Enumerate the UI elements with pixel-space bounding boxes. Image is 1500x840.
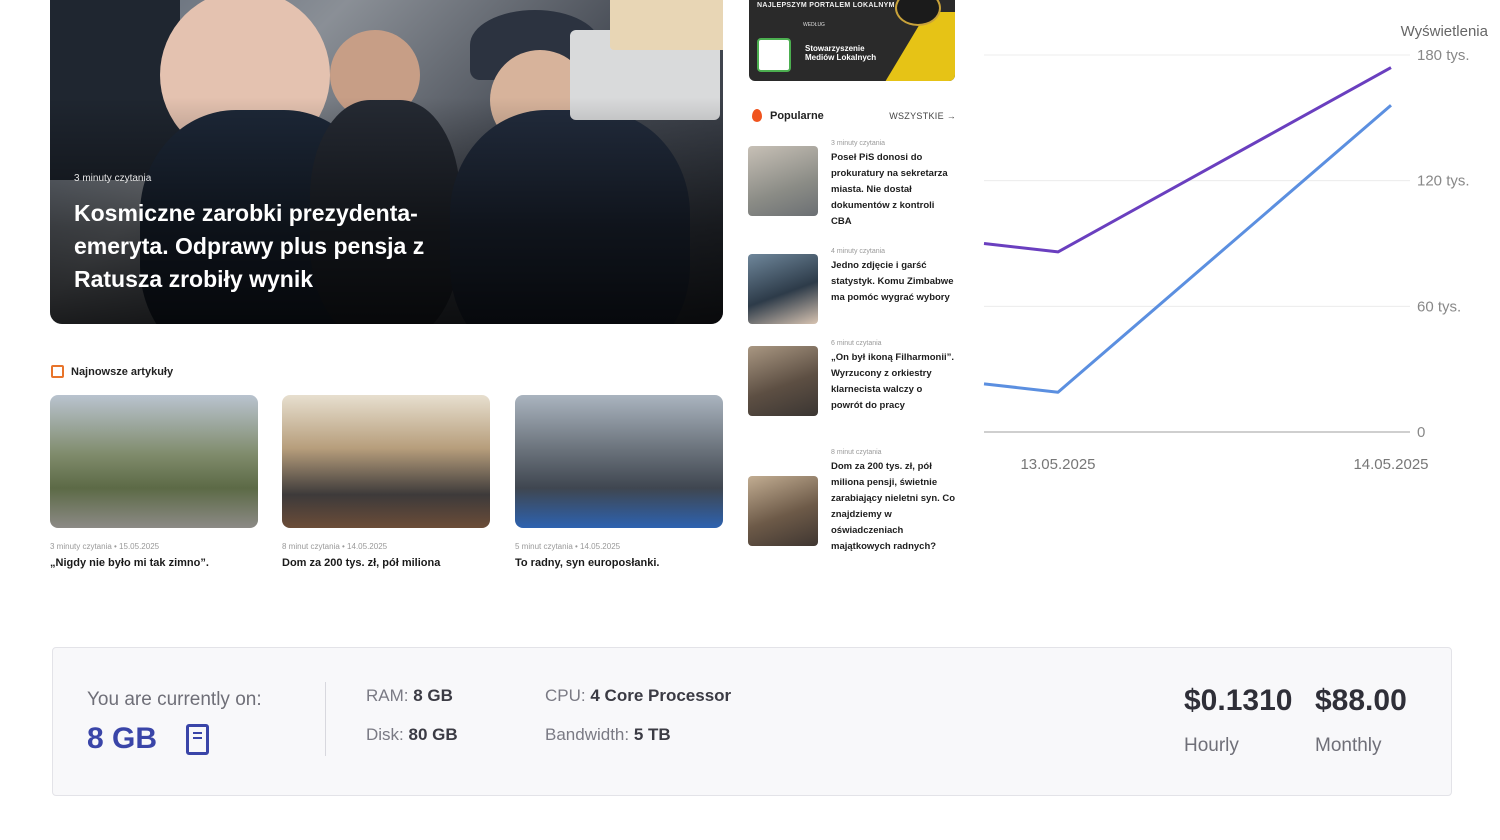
sml-logo-icon	[757, 38, 791, 72]
popular-meta: 8 minut czytania	[831, 449, 882, 456]
popular-title[interactable]: Poseł PiS donosi do prokuratury na sekre…	[831, 150, 956, 230]
article-thumbnail[interactable]	[282, 395, 490, 528]
article-card[interactable]: 8 minut czytania • 14.05.2025 Dom za 200…	[282, 395, 490, 569]
hourly-label: Hourly	[1184, 735, 1239, 756]
disk-spec: Disk: 80 GB	[366, 725, 458, 745]
popular-meta: 3 minuty czytania	[831, 140, 886, 147]
article-thumbnail[interactable]	[515, 395, 723, 528]
article-meta: 5 minut czytania • 14.05.2025	[515, 542, 621, 551]
monthly-label: Monthly	[1315, 735, 1382, 756]
popular-thumbnail[interactable]	[748, 146, 818, 216]
x-tick-label: 13.05.2025	[1020, 456, 1095, 473]
bandwidth-label: Bandwidth:	[545, 725, 630, 744]
popular-thumbnail[interactable]	[748, 476, 818, 546]
popular-title[interactable]: Dom za 200 tys. zł, pół miliona pensji, …	[831, 459, 956, 555]
cpu-spec: CPU: 4 Core Processor	[545, 686, 731, 706]
book-icon	[51, 365, 64, 378]
award-text: NAJLEPSZYM PORTALEM LOKALNYM 2023	[757, 2, 914, 9]
article-card[interactable]: 3 minuty czytania • 15.05.2025 „Nigdy ni…	[50, 395, 258, 569]
disk-value: 80 GB	[408, 725, 458, 744]
cpu-value: 4 Core Processor	[590, 686, 732, 705]
plan-panel: You are currently on: 8 GB RAM: 8 GB Dis…	[52, 647, 1452, 796]
cpu-label: CPU:	[545, 686, 586, 705]
bandwidth-spec: Bandwidth: 5 TB	[545, 725, 671, 745]
hourly-price: $0.1310	[1184, 684, 1293, 717]
hero-read-time: 3 minuty czytania	[74, 173, 152, 184]
article-thumbnail[interactable]	[50, 395, 258, 528]
server-icon	[186, 724, 209, 755]
popular-meta: 4 minuty czytania	[831, 248, 886, 255]
bandwidth-value: 5 TB	[633, 725, 671, 744]
chart-y-label: Wyświetlenia	[1401, 23, 1489, 40]
popular-all-link[interactable]: WSZYSTKIE →	[889, 111, 956, 121]
disk-label: Disk:	[366, 725, 404, 744]
award-by: WEDŁUG	[803, 22, 825, 28]
series-line-2	[983, 104, 1392, 394]
y-tick-label: 180 tys.	[1417, 47, 1470, 64]
monthly-price: $88.00	[1315, 684, 1407, 717]
x-tick-label: 14.05.2025	[1353, 456, 1428, 473]
hero-article[interactable]: 3 minuty czytania Kosmiczne zarobki prez…	[50, 0, 723, 324]
article-title[interactable]: Dom za 200 tys. zł, pół miliona	[282, 557, 490, 569]
popular-meta: 6 minut czytania	[831, 340, 882, 347]
popular-title[interactable]: „On był ikoną Filharmonii”. Wyrzucony z …	[831, 350, 956, 414]
latest-label: Najnowsze artykuły	[71, 366, 174, 378]
article-card[interactable]: 5 minut czytania • 14.05.2025 To radny, …	[515, 395, 723, 569]
popular-label: Popularne	[770, 110, 824, 122]
article-meta: 3 minuty czytania • 15.05.2025	[50, 542, 160, 551]
popular-thumbnail[interactable]	[748, 346, 818, 416]
y-tick-label: 60 tys.	[1417, 298, 1461, 315]
article-title[interactable]: To radny, syn europosłanki.	[515, 557, 723, 569]
current-plan-label: You are currently on:	[87, 689, 262, 710]
popular-title[interactable]: Jedno zdjęcie i garść statystyk. Komu Zi…	[831, 258, 956, 306]
y-tick-label: 0	[1417, 424, 1425, 441]
plan-divider	[325, 682, 326, 756]
views-chart: Wyświetlenia 0 60 tys. 120 tys. 180 tys. 13.…	[983, 23, 1489, 473]
ram-spec: RAM: 8 GB	[366, 686, 453, 706]
current-plan-value: 8 GB	[87, 722, 158, 755]
flame-icon	[752, 109, 762, 122]
award-org: Stowarzyszenie Mediów Lokalnych	[805, 44, 877, 62]
ram-label: RAM:	[366, 686, 409, 705]
article-meta: 8 minut czytania • 14.05.2025	[282, 542, 388, 551]
popular-header: Popularne WSZYSTKIE →	[752, 108, 956, 126]
article-title[interactable]: „Nigdy nie było mi tak zimno”.	[50, 557, 258, 569]
y-tick-label: 120 tys.	[1417, 173, 1470, 190]
hero-title[interactable]: Kosmiczne zarobki prezydenta-emeryta. Od…	[74, 197, 494, 296]
award-badge: NAJLEPSZYM PORTALEM LOKALNYM 2023 WEDŁUG…	[749, 0, 955, 81]
popular-thumbnail[interactable]	[748, 254, 818, 324]
ram-value: 8 GB	[413, 686, 453, 705]
